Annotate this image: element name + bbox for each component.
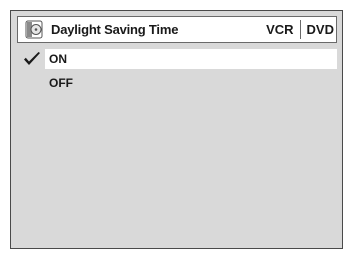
option-list: ON OFF: [17, 49, 337, 97]
option-off[interactable]: OFF: [17, 73, 337, 93]
mode-indicator: VCR DVD: [263, 20, 337, 39]
mode-divider: [299, 20, 301, 39]
disc-icon: [25, 20, 43, 39]
settings-screen: Daylight Saving Time VCR DVD ON OFF: [10, 10, 343, 249]
mode-label-dvd: DVD: [306, 22, 334, 37]
mode-label-vcr: VCR: [266, 22, 294, 37]
option-label-on: ON: [49, 52, 67, 66]
option-label-off: OFF: [49, 76, 73, 90]
title-bar: Daylight Saving Time VCR DVD: [17, 16, 337, 43]
checkmark-icon: [24, 52, 40, 65]
selection-highlight: [45, 49, 337, 69]
page-title: Daylight Saving Time: [51, 22, 179, 37]
option-on[interactable]: ON: [17, 49, 337, 69]
